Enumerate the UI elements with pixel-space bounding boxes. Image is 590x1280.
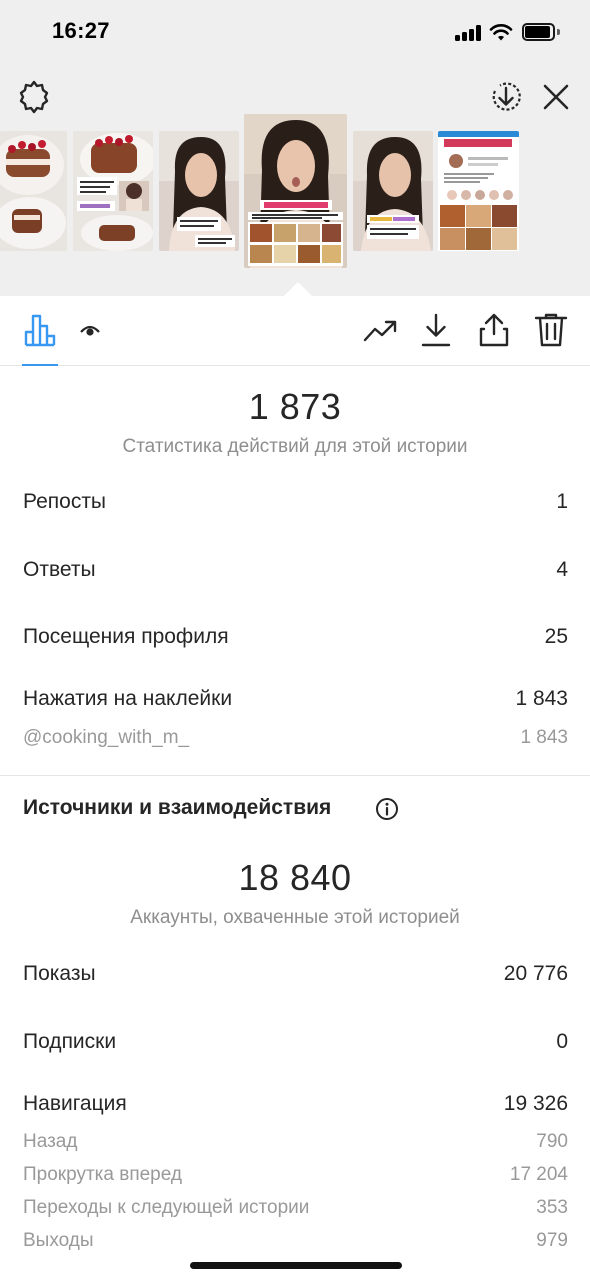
status-time: 16:27 <box>52 18 110 43</box>
battery-icon <box>522 23 560 41</box>
trending-up-icon[interactable] <box>360 310 400 350</box>
status-bar: 16:27 <box>0 0 590 64</box>
stat-label: Репосты <box>23 490 107 513</box>
wifi-icon <box>489 24 513 41</box>
interactions-caption: Статистика действий для этой истории <box>122 436 468 457</box>
stat-label: Назад <box>23 1131 78 1152</box>
story-thumb-4-selected[interactable] <box>244 114 347 268</box>
stat-value: 17 204 <box>509 1164 568 1185</box>
stat-row-navigation: Навигация 19 326 <box>23 1092 568 1122</box>
story-thumbnail-strip <box>0 114 590 270</box>
stat-row-profile-visits: Посещения профиля 25 <box>23 625 568 655</box>
stat-label: Навигация <box>23 1092 127 1115</box>
stat-row-follows: Подписки 0 <box>23 1030 568 1060</box>
nav-row-exits: Выходы 979 <box>23 1230 568 1260</box>
stat-value: 4 <box>556 558 568 581</box>
bar-chart-icon[interactable] <box>20 310 60 350</box>
stat-value: 25 <box>544 625 568 648</box>
stat-value: 1 843 <box>515 687 568 710</box>
stat-value: 19 326 <box>503 1092 568 1115</box>
settings-gear-icon[interactable] <box>14 77 54 117</box>
stat-row-reposts: Репосты 1 <box>23 490 568 520</box>
nav-row-forward: Прокрутка вперед 17 204 <box>23 1164 568 1194</box>
story-thumb-3[interactable] <box>159 131 239 251</box>
stat-label: Прокрутка вперед <box>23 1164 182 1185</box>
stat-value: 1 <box>556 490 568 513</box>
trash-icon[interactable] <box>531 310 571 350</box>
top-panel: 16:27 <box>0 0 590 296</box>
stat-label: Выходы <box>23 1230 94 1251</box>
active-tab-indicator <box>22 364 58 366</box>
eye-icon[interactable] <box>70 310 110 350</box>
cellular-signal-icon <box>455 25 483 41</box>
download-icon[interactable] <box>416 310 456 350</box>
section-divider <box>0 775 590 776</box>
download-circle-icon[interactable] <box>486 77 526 117</box>
story-thumb-2[interactable] <box>73 131 153 251</box>
story-thumb-5[interactable] <box>353 131 433 251</box>
stat-value: 979 <box>536 1230 568 1251</box>
home-indicator <box>190 1262 402 1269</box>
selected-story-pointer <box>284 282 312 296</box>
reach-total: 18 840 <box>238 857 352 898</box>
nav-row-next-story: Переходы к следующей истории 353 <box>23 1197 568 1227</box>
reach-caption: Аккаунты, охваченные этой историей <box>130 907 460 928</box>
share-icon[interactable] <box>474 310 514 350</box>
stat-row-impressions: Показы 20 776 <box>23 962 568 992</box>
stat-value: 1 843 <box>520 727 568 748</box>
nav-row-back: Назад 790 <box>23 1131 568 1161</box>
stat-label: Нажатия на наклейки <box>23 687 233 710</box>
story-thumb-6[interactable] <box>438 131 519 251</box>
stat-label: Ответы <box>23 558 96 581</box>
stat-row-sticker-taps: Нажатия на наклейки 1 843 <box>23 687 568 717</box>
stat-value: 790 <box>536 1131 568 1152</box>
stat-label: Подписки <box>23 1030 117 1053</box>
stat-row-sticker-mention: @cooking_with_m_ 1 843 <box>23 727 568 757</box>
stat-label: Переходы к следующей истории <box>23 1197 310 1218</box>
stat-label: Посещения профиля <box>23 625 229 648</box>
stat-row-replies: Ответы 4 <box>23 558 568 588</box>
close-icon[interactable] <box>536 77 576 117</box>
stat-label: @cooking_with_m_ <box>23 727 190 748</box>
stat-value: 20 776 <box>503 962 568 985</box>
stat-label: Показы <box>23 962 96 985</box>
interactions-total: 1 873 <box>248 386 342 427</box>
stat-value: 353 <box>536 1197 568 1218</box>
discovery-section-title: Источники и взаимодействия <box>23 796 332 819</box>
story-thumb-1[interactable] <box>0 131 67 251</box>
stat-value: 0 <box>556 1030 568 1053</box>
stats-toolbar <box>0 296 590 366</box>
info-icon[interactable] <box>375 797 399 821</box>
